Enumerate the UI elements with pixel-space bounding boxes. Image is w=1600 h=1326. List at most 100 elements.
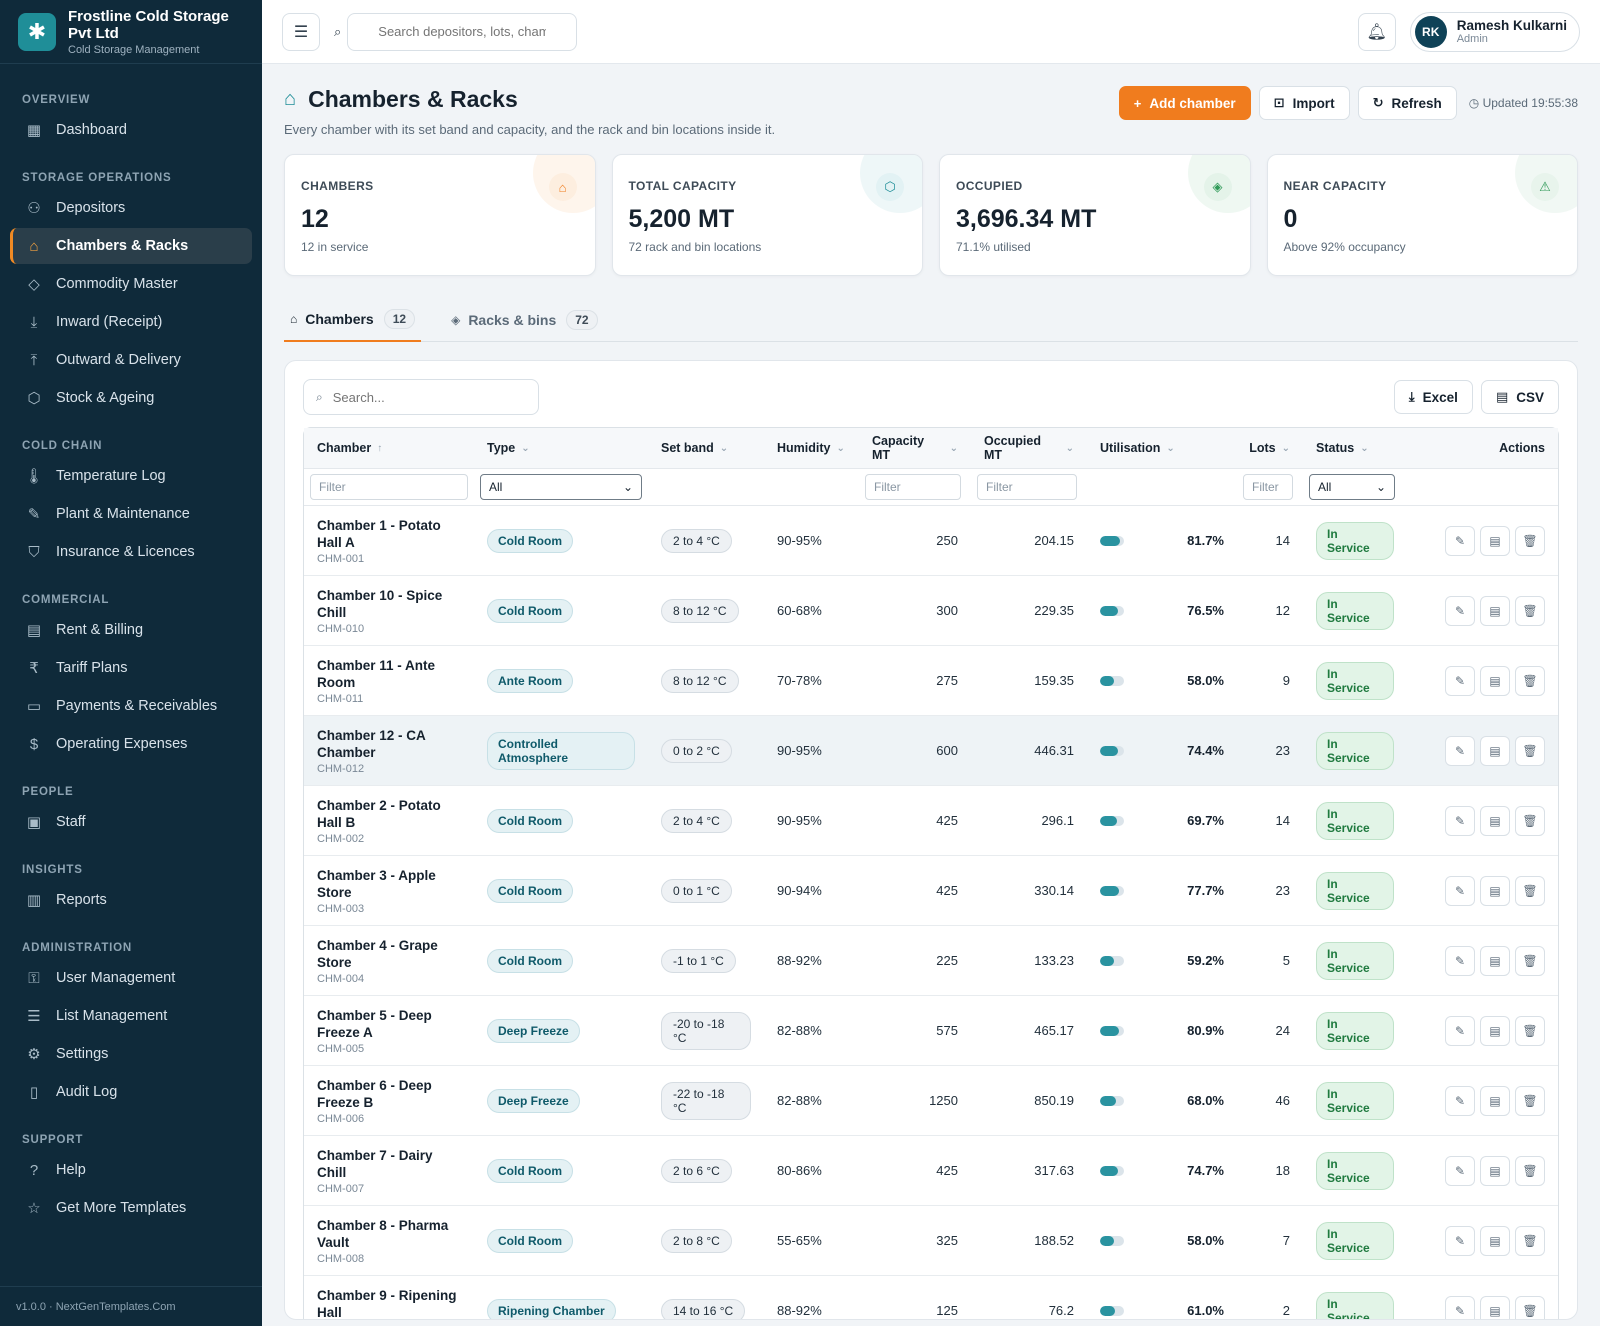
- global-search-input[interactable]: [347, 12, 578, 51]
- cell-chamber[interactable]: Chamber 4 - Grape Store CHM-004: [304, 926, 474, 996]
- column-header-type[interactable]: Type ⌄: [474, 428, 648, 468]
- column-header-capacity-mt[interactable]: Capacity MT ⌄: [859, 428, 971, 468]
- table-search-input[interactable]: [332, 389, 513, 405]
- delete-button[interactable]: 🗑︎: [1515, 1225, 1545, 1256]
- filter-capacity-mt-input[interactable]: Filter: [865, 474, 961, 500]
- sidebar-item-outward-and-delivery[interactable]: ⤒ Outward & Delivery: [10, 342, 252, 378]
- cell-chamber[interactable]: Chamber 3 - Apple Store CHM-003: [304, 856, 474, 926]
- filter-type-select[interactable]: All ⌄: [480, 474, 642, 500]
- sidebar-item-chambers-and-racks[interactable]: ⌂ Chambers & Racks: [10, 228, 252, 264]
- sidebar-item-commodity-master[interactable]: ◇ Commodity Master: [10, 266, 252, 302]
- tab-chambers[interactable]: ⌂ Chambers 12: [284, 298, 422, 342]
- filter-chamber-input[interactable]: Filter: [310, 474, 468, 500]
- delete-button[interactable]: 🗑︎: [1515, 805, 1545, 836]
- delete-button[interactable]: 🗑︎: [1515, 735, 1545, 766]
- cell-chamber[interactable]: Chamber 7 - Dairy Chill CHM-007: [304, 1136, 474, 1206]
- sidebar-item-depositors[interactable]: ⚇ Depositors: [10, 190, 252, 226]
- sidebar-item-insurance-and-licences[interactable]: ⛉ Insurance & Licences: [10, 534, 252, 570]
- menu-toggle-button[interactable]: ☰: [282, 12, 320, 51]
- user-menu[interactable]: RK Ramesh Kulkarni Admin: [1409, 11, 1580, 52]
- edit-button[interactable]: ✎: [1445, 805, 1475, 836]
- racks-button[interactable]: ▤: [1480, 665, 1510, 696]
- edit-button[interactable]: ✎: [1445, 525, 1475, 556]
- racks-button[interactable]: ▤: [1480, 1085, 1510, 1116]
- delete-button[interactable]: 🗑︎: [1515, 665, 1545, 696]
- column-header-occupied-mt[interactable]: Occupied MT ⌄: [971, 428, 1087, 468]
- sidebar-item-tariff-plans[interactable]: ₹ Tariff Plans: [10, 650, 252, 686]
- delete-button[interactable]: 🗑︎: [1515, 1085, 1545, 1116]
- delete-button[interactable]: 🗑︎: [1515, 1155, 1545, 1186]
- racks-button[interactable]: ▤: [1480, 1155, 1510, 1186]
- export-csv-button[interactable]: ▤ CSV: [1480, 380, 1559, 414]
- racks-button[interactable]: ▤: [1480, 1015, 1510, 1046]
- sidebar-item-help[interactable]: ? Help: [10, 1152, 252, 1188]
- column-header-lots[interactable]: Lots ⌄: [1237, 428, 1303, 468]
- racks-button[interactable]: ▤: [1480, 1225, 1510, 1256]
- sidebar-item-stock-and-ageing[interactable]: ⬡ Stock & Ageing: [10, 380, 252, 416]
- edit-button[interactable]: ✎: [1445, 665, 1475, 696]
- edit-button[interactable]: ✎: [1445, 875, 1475, 906]
- sidebar-item-operating-expenses[interactable]: $ Operating Expenses: [10, 726, 252, 762]
- delete-button[interactable]: 🗑︎: [1515, 945, 1545, 976]
- delete-button[interactable]: 🗑︎: [1515, 525, 1545, 556]
- sidebar-item-inward-receipt[interactable]: ⤓ Inward (Receipt): [10, 304, 252, 340]
- cell-chamber[interactable]: Chamber 12 - CA Chamber CHM-012: [304, 716, 474, 786]
- column-header-utilisation[interactable]: Utilisation ⌄: [1087, 428, 1237, 468]
- edit-button[interactable]: ✎: [1445, 1225, 1475, 1256]
- cell-chamber[interactable]: Chamber 6 - Deep Freeze B CHM-006: [304, 1066, 474, 1136]
- racks-button[interactable]: ▤: [1480, 735, 1510, 766]
- sidebar-item-settings[interactable]: ⚙ Settings: [10, 1036, 252, 1072]
- sidebar-item-audit-log[interactable]: ▯ Audit Log: [10, 1074, 252, 1110]
- edit-button[interactable]: ✎: [1445, 1085, 1475, 1116]
- column-header-status[interactable]: Status ⌄: [1303, 428, 1407, 468]
- sidebar-item-label: Depositors: [56, 200, 126, 216]
- column-header-label: Occupied MT: [984, 434, 1041, 462]
- edit-button[interactable]: ✎: [1445, 1155, 1475, 1186]
- edit-button[interactable]: ✎: [1445, 945, 1475, 976]
- cell-chamber[interactable]: Chamber 1 - Potato Hall A CHM-001: [304, 506, 474, 576]
- filter-status-select[interactable]: All ⌄: [1309, 474, 1395, 500]
- sidebar-item-reports[interactable]: ▥ Reports: [10, 882, 252, 918]
- cell-chamber[interactable]: Chamber 10 - Spice Chill CHM-010: [304, 576, 474, 646]
- edit-button[interactable]: ✎: [1445, 1295, 1475, 1319]
- sidebar-item-get-more-templates[interactable]: ☆ Get More Templates: [10, 1190, 252, 1226]
- brand[interactable]: ✱ Frostline Cold Storage Pvt Ltd Cold St…: [0, 0, 262, 64]
- racks-button[interactable]: ▤: [1480, 525, 1510, 556]
- delete-button[interactable]: 🗑︎: [1515, 875, 1545, 906]
- sidebar-item-rent-and-billing[interactable]: ▤ Rent & Billing: [10, 612, 252, 648]
- cell-chamber[interactable]: Chamber 5 - Deep Freeze A CHM-005: [304, 996, 474, 1066]
- delete-button[interactable]: 🗑︎: [1515, 1015, 1545, 1046]
- sidebar-item-payments-and-receivables[interactable]: ▭ Payments & Receivables: [10, 688, 252, 724]
- cell-chamber[interactable]: Chamber 11 - Ante Room CHM-011: [304, 646, 474, 716]
- sidebar-item-staff[interactable]: ▣ Staff: [10, 804, 252, 840]
- racks-button[interactable]: ▤: [1480, 805, 1510, 836]
- sidebar-item-plant-and-maintenance[interactable]: ✎ Plant & Maintenance: [10, 496, 252, 532]
- cell-chamber[interactable]: Chamber 2 - Potato Hall B CHM-002: [304, 786, 474, 856]
- cell-chamber[interactable]: Chamber 8 - Pharma Vault CHM-008: [304, 1206, 474, 1276]
- notifications-button[interactable]: 🔔︎: [1357, 12, 1396, 51]
- delete-button[interactable]: 🗑︎: [1515, 1295, 1545, 1319]
- edit-button[interactable]: ✎: [1445, 1015, 1475, 1046]
- racks-button[interactable]: ▤: [1480, 945, 1510, 976]
- sidebar-item-dashboard[interactable]: ▦ Dashboard: [10, 112, 252, 148]
- edit-button[interactable]: ✎: [1445, 595, 1475, 626]
- column-header-set-band[interactable]: Set band ⌄: [648, 428, 764, 468]
- delete-button[interactable]: 🗑︎: [1515, 595, 1545, 626]
- add-chamber-button[interactable]: + Add chamber: [1118, 86, 1251, 120]
- column-header-chamber[interactable]: Chamber ↑: [304, 428, 474, 468]
- cell-chamber[interactable]: Chamber 9 - Ripening HallCHM-009: [304, 1276, 474, 1320]
- sidebar-item-user-management[interactable]: ⚿ User Management: [10, 960, 252, 996]
- sidebar-item-list-management[interactable]: ☰ List Management: [10, 998, 252, 1034]
- refresh-button[interactable]: ↻ Refresh: [1357, 86, 1457, 120]
- tab-racks-and-bins[interactable]: ◈ Racks & bins 72: [445, 298, 604, 342]
- racks-button[interactable]: ▤: [1480, 875, 1510, 906]
- export-excel-button[interactable]: ⤓ Excel: [1393, 380, 1473, 414]
- sidebar-item-temperature-log[interactable]: 🌡 Temperature Log: [10, 458, 252, 494]
- racks-button[interactable]: ▤: [1480, 1295, 1510, 1319]
- filter-occupied-mt-input[interactable]: Filter: [977, 474, 1077, 500]
- filter-lots-input[interactable]: Filter: [1243, 474, 1293, 500]
- racks-button[interactable]: ▤: [1480, 595, 1510, 626]
- import-button[interactable]: ⊡ Import: [1258, 86, 1350, 120]
- edit-button[interactable]: ✎: [1445, 735, 1475, 766]
- column-header-humidity[interactable]: Humidity ⌄: [764, 428, 859, 468]
